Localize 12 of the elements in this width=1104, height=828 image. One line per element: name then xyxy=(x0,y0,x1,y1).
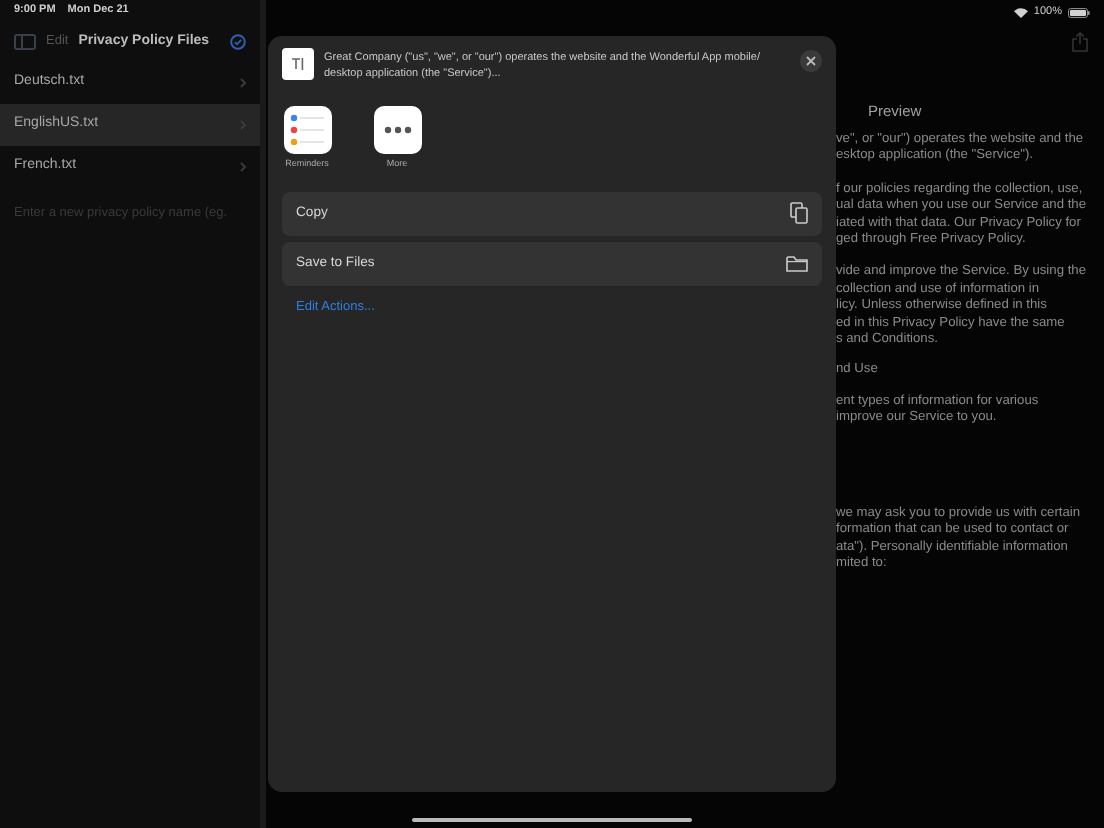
chevron-icon xyxy=(240,162,246,172)
wifi-icon xyxy=(1013,7,1028,18)
close-button[interactable] xyxy=(800,50,822,72)
chevron-icon xyxy=(240,78,246,88)
folder-icon xyxy=(786,255,808,272)
close-icon xyxy=(806,56,816,66)
check-circle-icon[interactable] xyxy=(230,34,246,50)
document-thumbnail-icon xyxy=(282,48,314,80)
battery-icon xyxy=(1068,7,1090,18)
more-icon[interactable] xyxy=(373,106,421,154)
reminders-icon[interactable] xyxy=(283,106,331,154)
copy-icon xyxy=(790,202,808,225)
